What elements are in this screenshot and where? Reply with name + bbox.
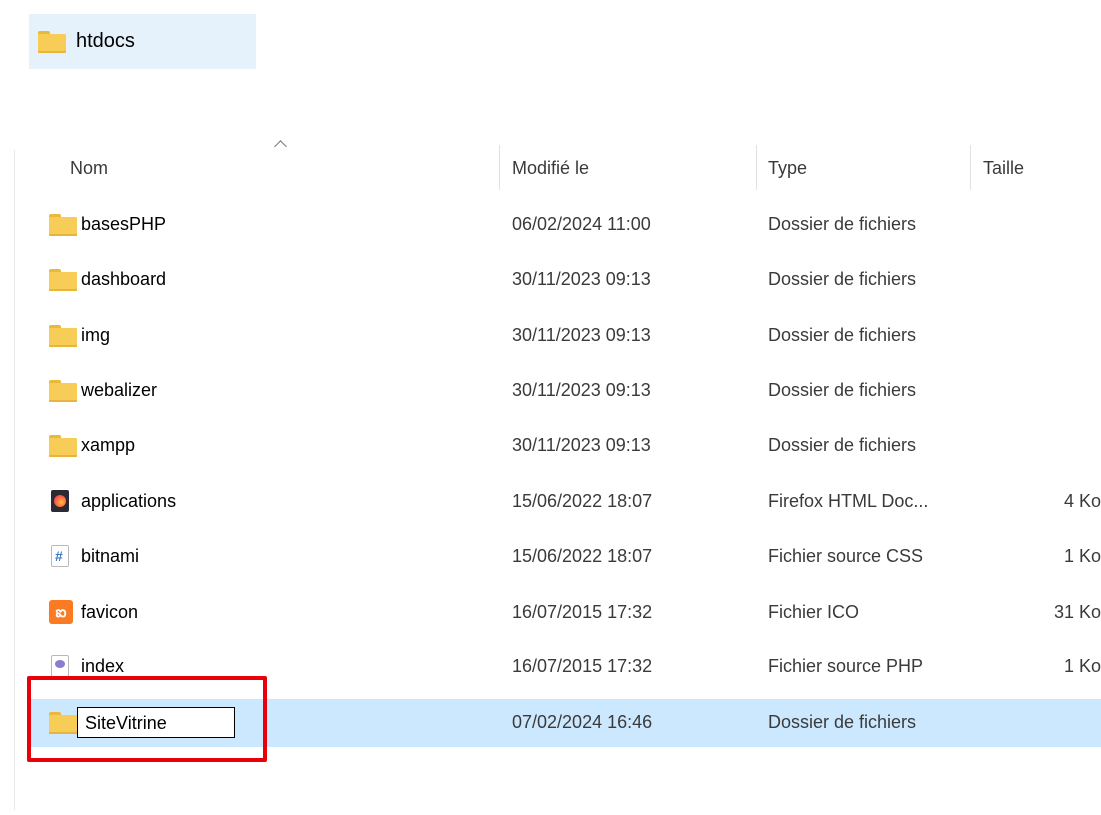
file-modified: 15/06/2022 18:07	[512, 491, 653, 511]
rename-input-value: SiteVitrine	[85, 713, 167, 733]
list-item[interactable]: basesPHP 06/02/2024 11:00 Dossier de fic…	[29, 201, 1101, 249]
file-type: Dossier de fichiers	[768, 214, 917, 234]
file-size: 1 Ko	[1063, 546, 1101, 566]
list-item[interactable]: ఐ favicon 16/07/2015 17:32 Fichier ICO 3…	[29, 589, 1101, 637]
file-type: Firefox HTML Doc...	[768, 491, 929, 511]
file-type: Dossier de fichiers	[768, 269, 917, 289]
file-modified: 06/02/2024 11:00	[512, 214, 651, 234]
file-type: Fichier source CSS	[768, 546, 924, 566]
css-file-icon: #	[51, 545, 69, 567]
file-modified: 16/07/2015 17:32	[512, 656, 653, 676]
file-modified: 30/11/2023 09:13	[512, 269, 651, 289]
file-size: 4 Ko	[1063, 491, 1101, 511]
list-item[interactable]: xampp 30/11/2023 09:13 Dossier de fichie…	[29, 422, 1101, 470]
file-type: Dossier de fichiers	[768, 380, 917, 400]
column-resize-handle[interactable]	[756, 145, 757, 190]
rename-input[interactable]: SiteVitrine	[77, 707, 235, 738]
list-item[interactable]: applications 15/06/2022 18:07 Firefox HT…	[29, 478, 1101, 526]
breadcrumb-label: htdocs	[76, 30, 135, 52]
folder-icon	[49, 435, 77, 457]
column-header-size[interactable]: Taille	[983, 158, 1024, 179]
file-name: dashboard	[81, 269, 167, 289]
column-header-bar: Nom Modifié le Type Taille	[0, 140, 1101, 195]
column-header-name[interactable]: Nom	[70, 158, 108, 179]
file-modified: 30/11/2023 09:13	[512, 435, 651, 455]
sort-ascending-icon	[274, 140, 287, 153]
file-type: Dossier de fichiers	[768, 325, 917, 345]
list-item[interactable]: img 30/11/2023 09:13 Dossier de fichiers	[29, 312, 1101, 360]
column-resize-handle[interactable]	[970, 145, 971, 190]
file-name: applications	[81, 491, 177, 511]
folder-icon	[49, 712, 77, 734]
file-type: Fichier source PHP	[768, 656, 924, 676]
column-header-type[interactable]: Type	[768, 158, 807, 179]
file-name: basesPHP	[81, 214, 167, 234]
list-item[interactable]: webalizer 30/11/2023 09:13 Dossier de fi…	[29, 367, 1101, 415]
file-name: bitnami	[81, 546, 140, 566]
folder-icon	[38, 30, 66, 53]
firefox-html-icon	[51, 490, 69, 512]
column-header-modified[interactable]: Modifié le	[512, 158, 589, 179]
folder-icon	[49, 325, 77, 347]
pane-divider	[14, 150, 15, 810]
file-modified: 07/02/2024 16:46	[512, 712, 653, 732]
file-modified: 30/11/2023 09:13	[512, 380, 651, 400]
file-modified: 30/11/2023 09:13	[512, 325, 651, 345]
file-name: webalizer	[81, 380, 158, 400]
file-size: 31 Ko	[1053, 602, 1101, 622]
folder-icon	[49, 380, 77, 402]
file-name: favicon	[81, 602, 139, 622]
list-item[interactable]: index 16/07/2015 17:32 Fichier source PH…	[29, 643, 1101, 691]
folder-icon	[49, 214, 77, 236]
list-item[interactable]: dashboard 30/11/2023 09:13 Dossier de fi…	[29, 256, 1101, 304]
breadcrumb[interactable]: htdocs	[29, 14, 256, 69]
list-item-selected[interactable]: SiteVitrine 07/02/2024 16:46 Dossier de …	[29, 699, 1101, 747]
list-item[interactable]: # bitnami 15/06/2022 18:07 Fichier sourc…	[29, 533, 1101, 581]
file-type: Dossier de fichiers	[768, 712, 917, 732]
xampp-icon: ఐ	[49, 600, 73, 624]
file-name: xampp	[81, 435, 136, 455]
file-name: img	[81, 325, 111, 345]
file-type: Dossier de fichiers	[768, 435, 917, 455]
file-size: 1 Ko	[1063, 656, 1101, 676]
file-name: index	[81, 656, 125, 676]
file-modified: 15/06/2022 18:07	[512, 546, 653, 566]
column-resize-handle[interactable]	[499, 145, 500, 190]
file-type: Fichier ICO	[768, 602, 860, 622]
file-modified: 16/07/2015 17:32	[512, 602, 653, 622]
php-file-icon	[51, 655, 69, 677]
folder-icon	[49, 269, 77, 291]
